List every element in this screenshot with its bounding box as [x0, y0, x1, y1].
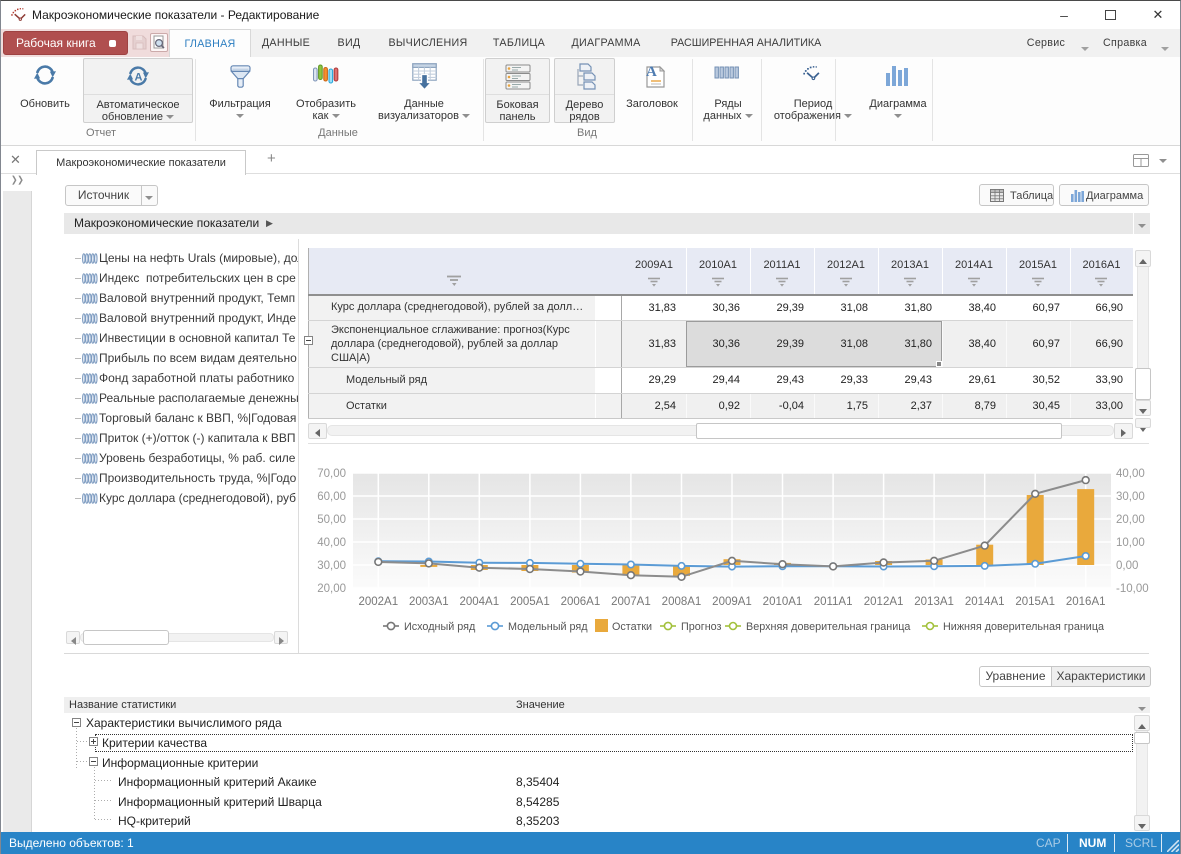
svg-text:A: A	[646, 64, 657, 80]
svg-text:-10,00: -10,00	[1116, 583, 1149, 595]
svg-text:30,00: 30,00	[1116, 491, 1145, 503]
svg-text:A: A	[135, 72, 143, 84]
svg-text:Верхняя доверительная граница: Верхняя доверительная граница	[746, 621, 910, 633]
svg-text:70,00: 70,00	[317, 468, 346, 480]
svg-text:2015A1: 2015A1	[1015, 596, 1055, 608]
svg-text:2004A1: 2004A1	[459, 596, 499, 608]
svg-text:2009A1: 2009A1	[712, 596, 752, 608]
svg-text:20,00: 20,00	[317, 583, 346, 595]
svg-text:2010A1: 2010A1	[763, 596, 803, 608]
svg-text:2005A1: 2005A1	[510, 596, 550, 608]
svg-text:Исходный ряд: Исходный ряд	[404, 621, 476, 633]
svg-text:2016A1: 2016A1	[1066, 596, 1106, 608]
svg-text:Остатки: Остатки	[612, 621, 652, 633]
svg-text:50,00: 50,00	[317, 514, 346, 526]
svg-text:40,00: 40,00	[1116, 468, 1145, 480]
svg-text:30,00: 30,00	[317, 560, 346, 572]
svg-text:2006A1: 2006A1	[561, 596, 601, 608]
svg-text:Модельный ряд: Модельный ряд	[508, 621, 588, 633]
svg-text:2011A1: 2011A1	[814, 596, 853, 608]
svg-text:0,00: 0,00	[1116, 560, 1138, 572]
svg-text:2007A1: 2007A1	[611, 596, 651, 608]
svg-text:2002A1: 2002A1	[358, 596, 398, 608]
svg-text:10,00: 10,00	[1116, 537, 1145, 549]
svg-text:60,00: 60,00	[317, 491, 346, 503]
svg-text:20,00: 20,00	[1116, 514, 1145, 526]
svg-text:2012A1: 2012A1	[864, 596, 904, 608]
svg-text:2013A1: 2013A1	[914, 596, 954, 608]
svg-text:Нижняя доверительная граница: Нижняя доверительная граница	[943, 621, 1104, 633]
svg-text:2014A1: 2014A1	[965, 596, 1005, 608]
svg-text:2008A1: 2008A1	[662, 596, 702, 608]
svg-text:2003A1: 2003A1	[409, 596, 449, 608]
svg-text:40,00: 40,00	[317, 537, 346, 549]
svg-text:Прогноз: Прогноз	[681, 621, 722, 633]
